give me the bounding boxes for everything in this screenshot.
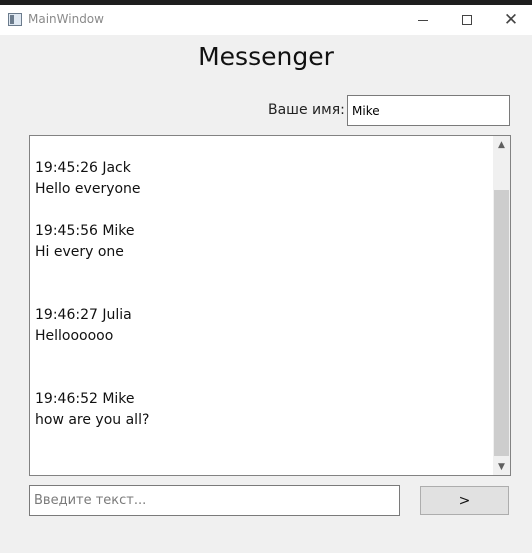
message-header: 19:46:52 Mike bbox=[35, 391, 135, 407]
message-item: 19:45:56 Mike Hi every one bbox=[35, 221, 135, 263]
message-text: Hello everyone bbox=[35, 181, 141, 197]
send-button[interactable]: > bbox=[420, 486, 509, 515]
name-label: Ваше имя: bbox=[268, 102, 345, 118]
message-text: Hi every one bbox=[35, 244, 124, 260]
close-icon: ✕ bbox=[503, 9, 519, 30]
maximize-icon bbox=[462, 15, 472, 25]
minimize-button[interactable] bbox=[400, 5, 446, 35]
scroll-thumb[interactable] bbox=[494, 190, 509, 456]
window-title: MainWindow bbox=[28, 12, 104, 26]
app-window-icon bbox=[8, 13, 22, 26]
close-button[interactable]: ✕ bbox=[488, 5, 532, 35]
message-input[interactable] bbox=[29, 485, 400, 516]
message-text: how are you all? bbox=[35, 412, 150, 428]
message-text: Helloooooo bbox=[35, 328, 114, 344]
maximize-button[interactable] bbox=[444, 5, 490, 35]
message-header: 19:46:27 Julia bbox=[35, 307, 132, 323]
chat-history[interactable]: 19:45:26 Jack Hello everyone 19:45:56 Mi… bbox=[29, 135, 511, 476]
message-item: 19:46:27 Julia Helloooooo bbox=[35, 305, 132, 347]
name-input[interactable] bbox=[347, 95, 510, 126]
message-item: 19:46:52 Mike how are you all? bbox=[35, 389, 149, 431]
window-titlebar[interactable]: MainWindow ✕ bbox=[0, 5, 532, 35]
scroll-up-arrow-icon[interactable]: ▲ bbox=[493, 136, 510, 153]
message-header: 19:45:26 Jack bbox=[35, 160, 131, 176]
page-title: Messenger bbox=[198, 42, 334, 71]
chat-scrollbar[interactable]: ▲ ▼ bbox=[493, 136, 510, 475]
minimize-icon bbox=[418, 19, 428, 21]
message-item: 19:45:26 Jack Hello everyone bbox=[35, 158, 141, 200]
message-header: 19:45:56 Mike bbox=[35, 223, 135, 239]
scroll-down-arrow-icon[interactable]: ▼ bbox=[493, 458, 510, 475]
